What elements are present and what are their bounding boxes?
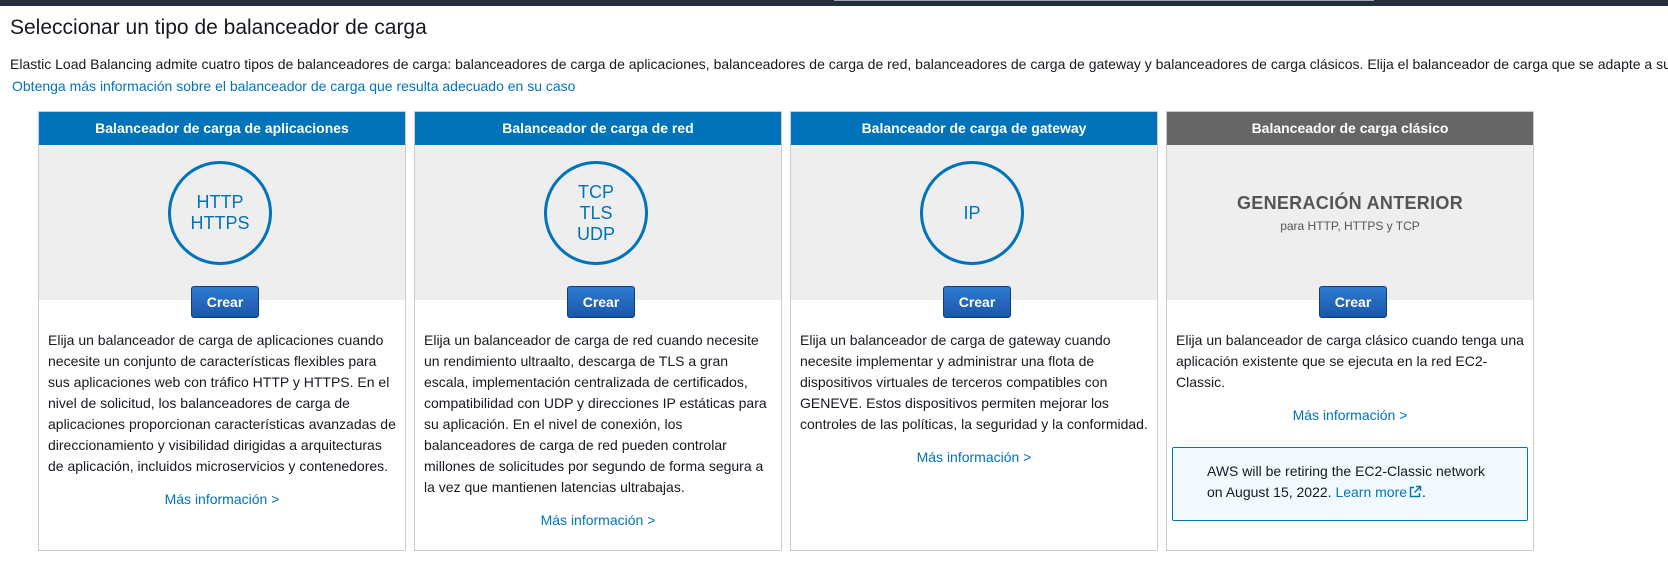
intro-text: Elastic Load Balancing admite cuatro tip… (10, 56, 1668, 72)
more-info-link[interactable]: Más información > (39, 491, 405, 507)
more-info-link[interactable]: Más información > (1167, 407, 1533, 423)
protocol-circle: HTTP HTTPS (168, 161, 272, 265)
create-application-lb-button[interactable]: Crear (191, 286, 259, 318)
card-description: Elija un balanceador de carga de aplicac… (48, 332, 396, 474)
protocol-label: HTTP (196, 192, 244, 212)
card-visual: TCP TLS UDP Crear (415, 145, 781, 318)
top-bar-highlight (834, 0, 1374, 1)
card-title: Balanceador de carga de aplicaciones (39, 112, 405, 145)
protocol-label: HTTPS (190, 213, 250, 233)
create-network-lb-button[interactable]: Crear (567, 286, 635, 318)
protocol-circle: IP (920, 161, 1024, 265)
card-description: Elija un balanceador de carga de red cua… (424, 332, 767, 495)
more-info-link[interactable]: Más información > (415, 512, 781, 528)
ec2-classic-retirement-notice: AWS will be retiring the EC2-Classic net… (1172, 447, 1528, 521)
protocol-label: TCP (578, 181, 614, 202)
page-title: Seleccionar un tipo de balanceador de ca… (10, 16, 427, 39)
protocol-circle: TCP TLS UDP (544, 161, 648, 265)
classic-load-balancer-card: Balanceador de carga clásico GENERACIÓN … (1166, 111, 1534, 551)
create-classic-lb-button[interactable]: Crear (1319, 286, 1387, 318)
notice-text-line2: on August 15, 2022. (1207, 484, 1332, 500)
learn-more-label: Learn more (1335, 484, 1408, 500)
protocol-label: UDP (576, 223, 615, 244)
card-description: Elija un balanceador de carga de gateway… (800, 332, 1148, 432)
card-title: Balanceador de carga de red (415, 112, 781, 145)
network-load-balancer-card: Balanceador de carga de red TCP TLS UDP … (414, 111, 782, 551)
protocol-label: TLS (579, 202, 613, 223)
notice-period: . (1422, 484, 1426, 500)
notice-text-line1: AWS will be retiring the EC2-Classic net… (1207, 463, 1486, 479)
protocol-label: IP (963, 202, 981, 223)
card-visual: HTTP HTTPS Crear (39, 145, 405, 318)
more-info-link[interactable]: Más información > (791, 449, 1157, 465)
learn-more-load-balancer-link[interactable]: Obtenga más información sobre el balance… (12, 78, 575, 94)
card-title: Balanceador de carga clásico (1167, 112, 1533, 145)
card-visual: GENERACIÓN ANTERIOR para HTTP, HTTPS y T… (1167, 145, 1533, 318)
external-link-icon (1408, 484, 1422, 505)
card-title: Balanceador de carga de gateway (791, 112, 1157, 145)
gateway-load-balancer-card: Balanceador de carga de gateway IP Crear… (790, 111, 1158, 551)
previous-generation-label: GENERACIÓN ANTERIOR (1236, 193, 1464, 213)
learn-more-link[interactable]: Learn more (1335, 484, 1422, 500)
previous-generation-subtitle: para HTTP, HTTPS y TCP (1280, 219, 1420, 233)
create-gateway-lb-button[interactable]: Crear (943, 286, 1011, 318)
application-load-balancer-card: Balanceador de carga de aplicaciones HTT… (38, 111, 406, 551)
card-visual: IP Crear (791, 145, 1157, 318)
